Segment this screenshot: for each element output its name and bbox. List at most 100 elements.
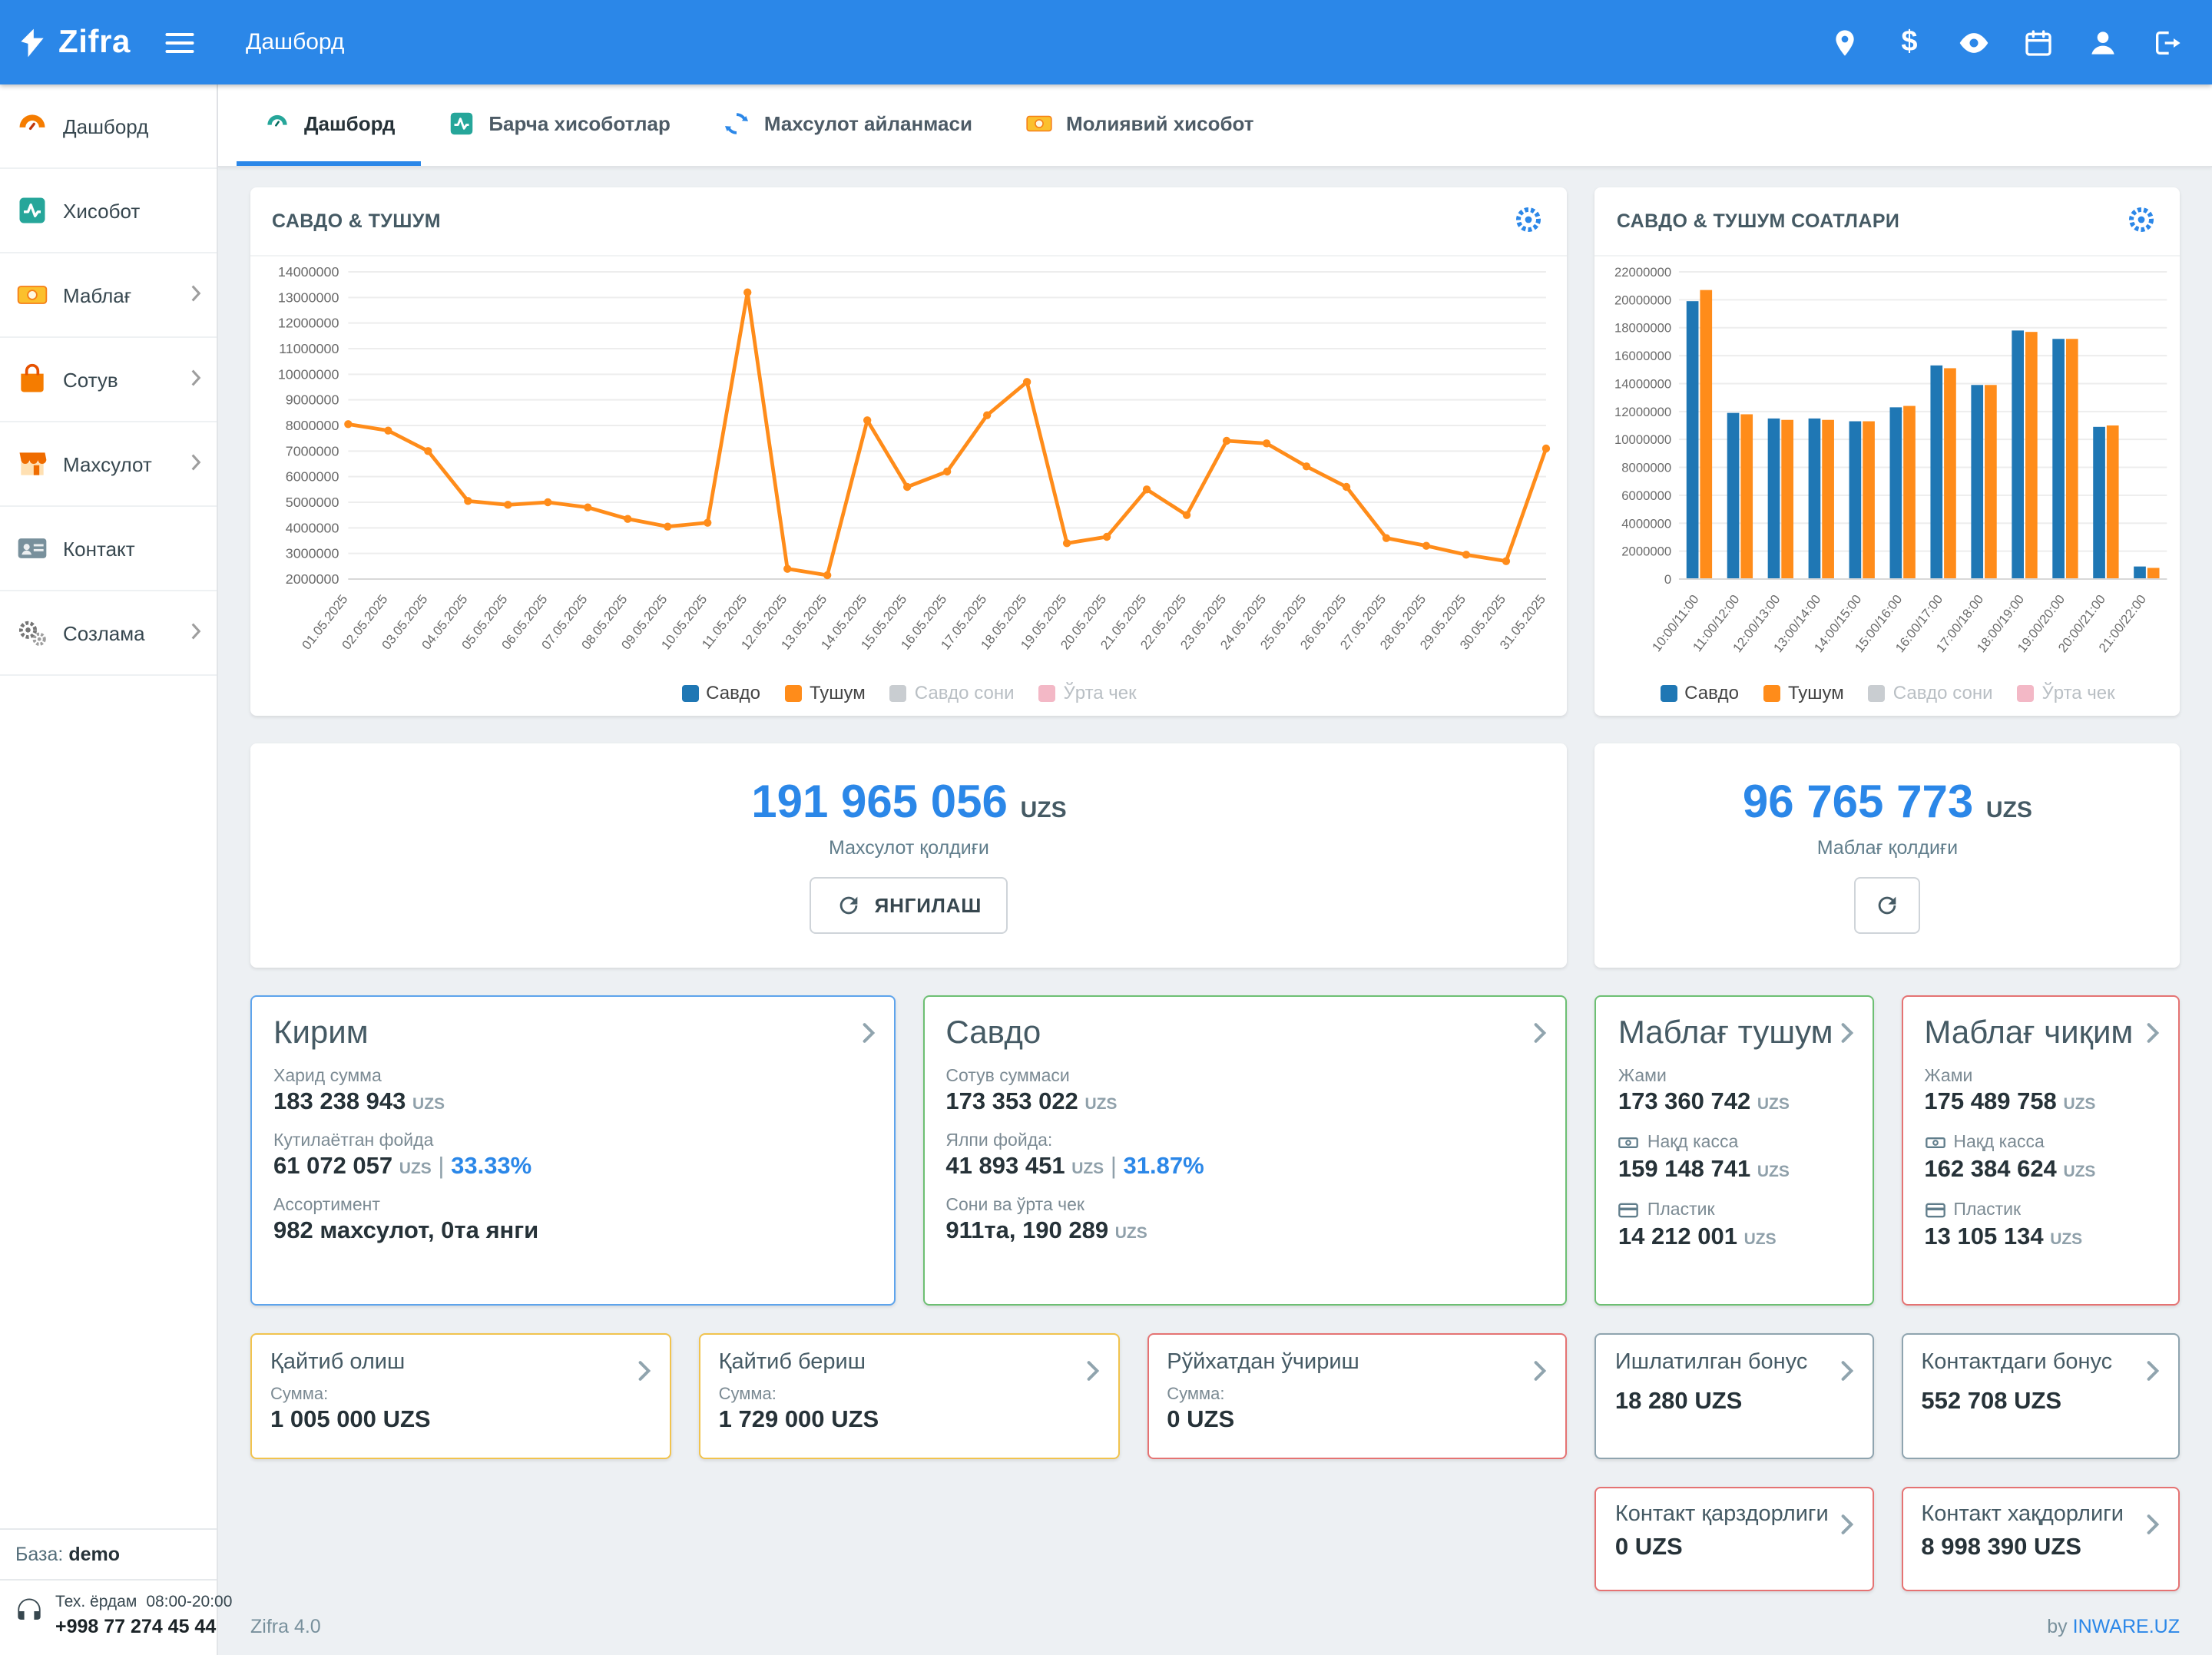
chevron-right-icon[interactable] bbox=[1839, 1021, 1853, 1052]
legend-item[interactable]: Савдо сони bbox=[1869, 682, 1993, 703]
svg-text:5000000: 5000000 bbox=[286, 495, 339, 510]
sidebar-item-label: Дашборд bbox=[63, 114, 148, 137]
tab-label: Махсулот айланмаси bbox=[764, 111, 972, 134]
used-bonus-card[interactable]: Ишлатилган бонус 18 280 UZS bbox=[1595, 1333, 1874, 1459]
money-balance-label: Маблағ қолдиғи bbox=[1817, 837, 1958, 859]
legend-item[interactable]: Савдо bbox=[681, 682, 760, 703]
return-give-card[interactable]: Қайтиб бериш Сумма: 1 729 000 UZS bbox=[699, 1333, 1120, 1459]
contact-credit-card[interactable]: Контакт хақдорлиги 8 998 390 UZS bbox=[1901, 1487, 2180, 1591]
sidebar-item-contact[interactable]: Контакт bbox=[0, 507, 217, 591]
legend-item[interactable]: Савдо сони bbox=[890, 682, 1015, 703]
svg-text:10000000: 10000000 bbox=[278, 366, 339, 382]
svg-text:6000000: 6000000 bbox=[286, 469, 339, 485]
tab-dashboard[interactable]: Дашборд bbox=[237, 84, 421, 166]
topbar-actions: $ bbox=[1819, 16, 2212, 68]
svg-text:16000000: 16000000 bbox=[1615, 349, 1672, 363]
contact-debt-card[interactable]: Контакт қарздорлиги 0 UZS bbox=[1595, 1487, 1874, 1591]
chart-settings-gear-icon[interactable] bbox=[1512, 204, 1546, 238]
hourly-bar-chart[interactable]: 0200000040000006000000800000010000000120… bbox=[1601, 260, 2174, 671]
svg-text:12000000: 12000000 bbox=[1615, 405, 1672, 419]
chevron-right-icon[interactable] bbox=[1839, 1359, 1853, 1390]
credit-card-icon bbox=[1618, 1200, 1640, 1221]
inware-link[interactable]: INWARE.UZ bbox=[2073, 1616, 2180, 1637]
svg-text:14000000: 14000000 bbox=[1615, 376, 1672, 391]
refresh-money-button[interactable] bbox=[1854, 877, 1920, 934]
legend-label: Ўрта чек bbox=[1064, 682, 1137, 703]
refresh-products-button[interactable]: ЯНГИЛАШ bbox=[810, 877, 1008, 934]
savdo-card[interactable]: Савдо Сотув суммаси 173 353 022 UZS Ялпи… bbox=[922, 995, 1567, 1306]
return-take-card[interactable]: Қайтиб олиш Сумма: 1 005 000 UZS bbox=[250, 1333, 671, 1459]
chevron-right-icon[interactable] bbox=[637, 1359, 651, 1390]
sidebar-item-sales[interactable]: Сотув bbox=[0, 338, 217, 422]
support-phone[interactable]: +998 77 274 45 44 bbox=[55, 1615, 204, 1637]
eye-icon[interactable] bbox=[1948, 16, 2000, 68]
sidebar-item-report[interactable]: Хисобот bbox=[0, 169, 217, 253]
sales-line-chart[interactable]: 2000000300000040000005000000600000070000… bbox=[257, 260, 1561, 671]
location-pin-icon[interactable] bbox=[1819, 16, 1871, 68]
chevron-right-icon[interactable] bbox=[1534, 1359, 1548, 1390]
legend-item[interactable]: Тушум bbox=[785, 682, 866, 703]
money-balance-value: 96 765 773 UZS bbox=[1743, 777, 2032, 829]
sidebar-item-dashboard[interactable]: Дашборд bbox=[0, 84, 217, 169]
money-icon bbox=[15, 278, 49, 312]
legend-item[interactable]: Савдо bbox=[1660, 682, 1739, 703]
sales-revenue-chart-card: САВДО & ТУШУМ 20000003000000400000050000… bbox=[250, 187, 1568, 716]
card-label: Сумма: bbox=[1167, 1385, 1548, 1404]
money-in-card[interactable]: Маблағ тушум Жами 173 360 742 UZS Нақд к… bbox=[1595, 995, 1874, 1306]
headset-icon bbox=[12, 1594, 46, 1635]
chevron-right-icon[interactable] bbox=[2146, 1021, 2160, 1052]
sidebar-item-settings[interactable]: Созлама bbox=[0, 591, 217, 676]
banknote-icon bbox=[1618, 1132, 1640, 1154]
base-value: demo bbox=[68, 1543, 120, 1564]
logout-icon[interactable] bbox=[2141, 16, 2194, 68]
calendar-icon[interactable] bbox=[2012, 16, 2065, 68]
chevron-right-icon[interactable] bbox=[2146, 1359, 2160, 1390]
chart-settings-gear-icon[interactable] bbox=[2124, 204, 2158, 238]
sales-bag-icon bbox=[15, 362, 49, 396]
legend-item[interactable]: Ўрта чек bbox=[1039, 682, 1137, 703]
hamburger-icon bbox=[163, 25, 197, 59]
chevron-right-icon bbox=[190, 452, 201, 475]
zifra-logo[interactable]: Zifra bbox=[15, 24, 131, 61]
legend-label: Тушум bbox=[810, 682, 866, 703]
writeoff-card[interactable]: Рўйхатдан ўчириш Сумма: 0 UZS bbox=[1147, 1333, 1568, 1459]
tab-all-reports[interactable]: Барча хисоботлар bbox=[421, 84, 697, 166]
credit-card-icon bbox=[1924, 1200, 1945, 1221]
card-value: 0 UZS bbox=[1615, 1534, 1854, 1562]
legend-swatch bbox=[1763, 684, 1780, 701]
tab-label: Барча хисоботлар bbox=[488, 111, 671, 134]
brand-name: Zifra bbox=[58, 24, 131, 61]
card-title: Рўйхатдан ўчириш bbox=[1167, 1350, 1548, 1375]
app-version: Zifra 4.0 bbox=[250, 1616, 321, 1637]
money-balance-card: 96 765 773 UZS Маблағ қолдиғи bbox=[1595, 743, 2180, 968]
chevron-right-icon bbox=[190, 283, 201, 306]
tab-product-turnover[interactable]: Махсулот айланмаси bbox=[697, 84, 998, 166]
card-title: Қайтиб олиш bbox=[270, 1350, 651, 1375]
chevron-right-icon[interactable] bbox=[2146, 1513, 2160, 1544]
sidebar-item-product[interactable]: Махсулот bbox=[0, 422, 217, 507]
dashboard-content: САВДО & ТУШУМ 20000003000000400000050000… bbox=[218, 167, 2212, 1591]
sidebar-item-money[interactable]: Маблағ bbox=[0, 253, 217, 338]
banknote-yellow-icon bbox=[1025, 108, 1054, 137]
svg-text:18000000: 18000000 bbox=[1615, 321, 1672, 336]
money-out-card[interactable]: Маблағ чиқим Жами 175 489 758 UZS Нақд к… bbox=[1901, 995, 2180, 1306]
currency-dollar-icon[interactable]: $ bbox=[1883, 16, 1936, 68]
chevron-right-icon[interactable] bbox=[861, 1021, 875, 1052]
account-icon[interactable] bbox=[2077, 16, 2129, 68]
card-value: 8 998 390 UZS bbox=[1921, 1534, 2160, 1562]
chevron-right-icon[interactable] bbox=[1085, 1359, 1099, 1390]
kirim-card[interactable]: Кирим Харид сумма 183 238 943 UZS Кутила… bbox=[250, 995, 895, 1306]
chevron-right-icon[interactable] bbox=[1839, 1513, 1853, 1544]
svg-text:13000000: 13000000 bbox=[278, 290, 339, 305]
legend-item[interactable]: Ўрта чек bbox=[2018, 682, 2115, 703]
chevron-right-icon[interactable] bbox=[1534, 1021, 1548, 1052]
sidebar-item-label: Хисобот bbox=[63, 199, 140, 222]
menu-toggle-button[interactable] bbox=[157, 19, 203, 65]
card-title: Маблағ чиқим bbox=[1924, 1015, 2157, 1052]
tab-financial-report[interactable]: Молиявий хисобот bbox=[998, 84, 1280, 166]
card-value: 18 280 UZS bbox=[1615, 1389, 1854, 1416]
legend-item[interactable]: Тушум bbox=[1763, 682, 1844, 703]
card-title: Контакт хақдорлиги bbox=[1921, 1502, 2160, 1527]
contact-bonus-card[interactable]: Контактдаги бонус 552 708 UZS bbox=[1901, 1333, 2180, 1459]
card-label: Сумма: bbox=[719, 1385, 1100, 1404]
